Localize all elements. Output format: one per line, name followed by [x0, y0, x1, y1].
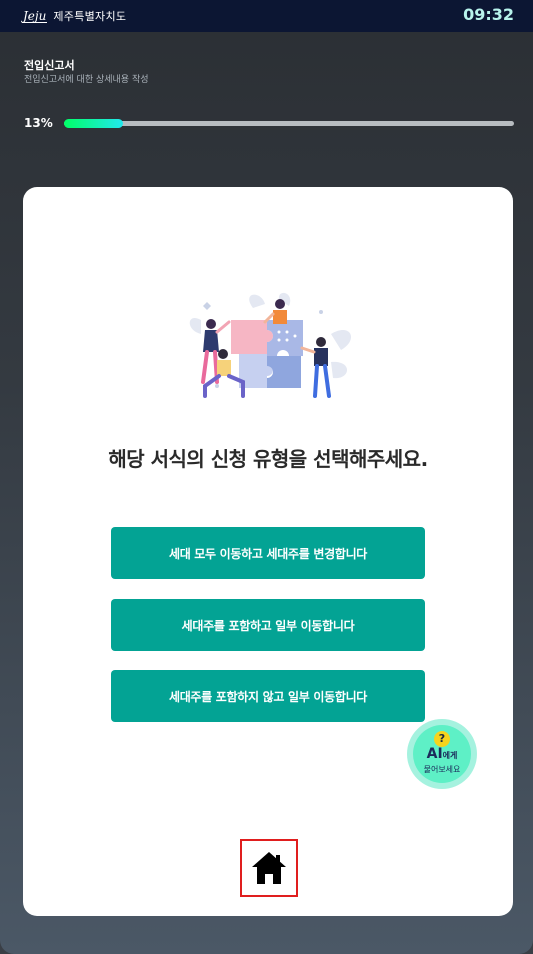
- status-bar: Jeju 제주특별자치도 09:32: [0, 0, 533, 32]
- home-icon: [252, 852, 286, 884]
- option-move-all-change-head-button[interactable]: 세대 모두 이동하고 세대주를 변경합니다: [111, 527, 425, 579]
- ask-ai-title-suffix: 에게: [442, 751, 458, 760]
- app-screen: Jeju 제주특별자치도 09:32 전입신고서 전입신고서에 대한 상세내용 …: [0, 0, 533, 954]
- option-exclude-head-partial-button[interactable]: 세대주를 포함하지 않고 일부 이동합니다: [111, 670, 425, 722]
- logo-text: 제주특별자치도: [53, 10, 127, 23]
- ask-ai-title: AI에게: [413, 747, 471, 763]
- ask-ai-inner: ? AI에게 물어보세요: [413, 725, 471, 783]
- ask-ai-subtitle: 물어보세요: [423, 765, 461, 774]
- progress-fill: [64, 119, 123, 128]
- main-card: 해당 서식의 신청 유형을 선택해주세요. 세대 모두 이동하고 세대주를 변경…: [23, 187, 513, 916]
- logo-mark: Jeju: [22, 8, 48, 23]
- puzzle-illustration: [189, 292, 352, 398]
- page-subtitle: 전입신고서에 대한 상세내용 작성: [24, 75, 149, 85]
- jeju-logo: Jeju 제주특별자치도: [22, 7, 126, 25]
- question-mark-icon: ?: [434, 731, 450, 747]
- page-title: 전입신고서: [24, 59, 75, 72]
- ask-ai-button[interactable]: ? AI에게 물어보세요: [407, 719, 477, 789]
- home-button[interactable]: [240, 839, 298, 897]
- progress-percent: 13%: [24, 116, 53, 130]
- question-heading: 해당 서식의 신청 유형을 선택해주세요.: [108, 447, 428, 471]
- option-include-head-partial-button[interactable]: 세대주를 포함하고 일부 이동합니다: [111, 599, 425, 651]
- progress-bar: [64, 119, 514, 128]
- clock: 09:32: [463, 5, 514, 24]
- ask-ai-title-ai: AI: [426, 746, 443, 762]
